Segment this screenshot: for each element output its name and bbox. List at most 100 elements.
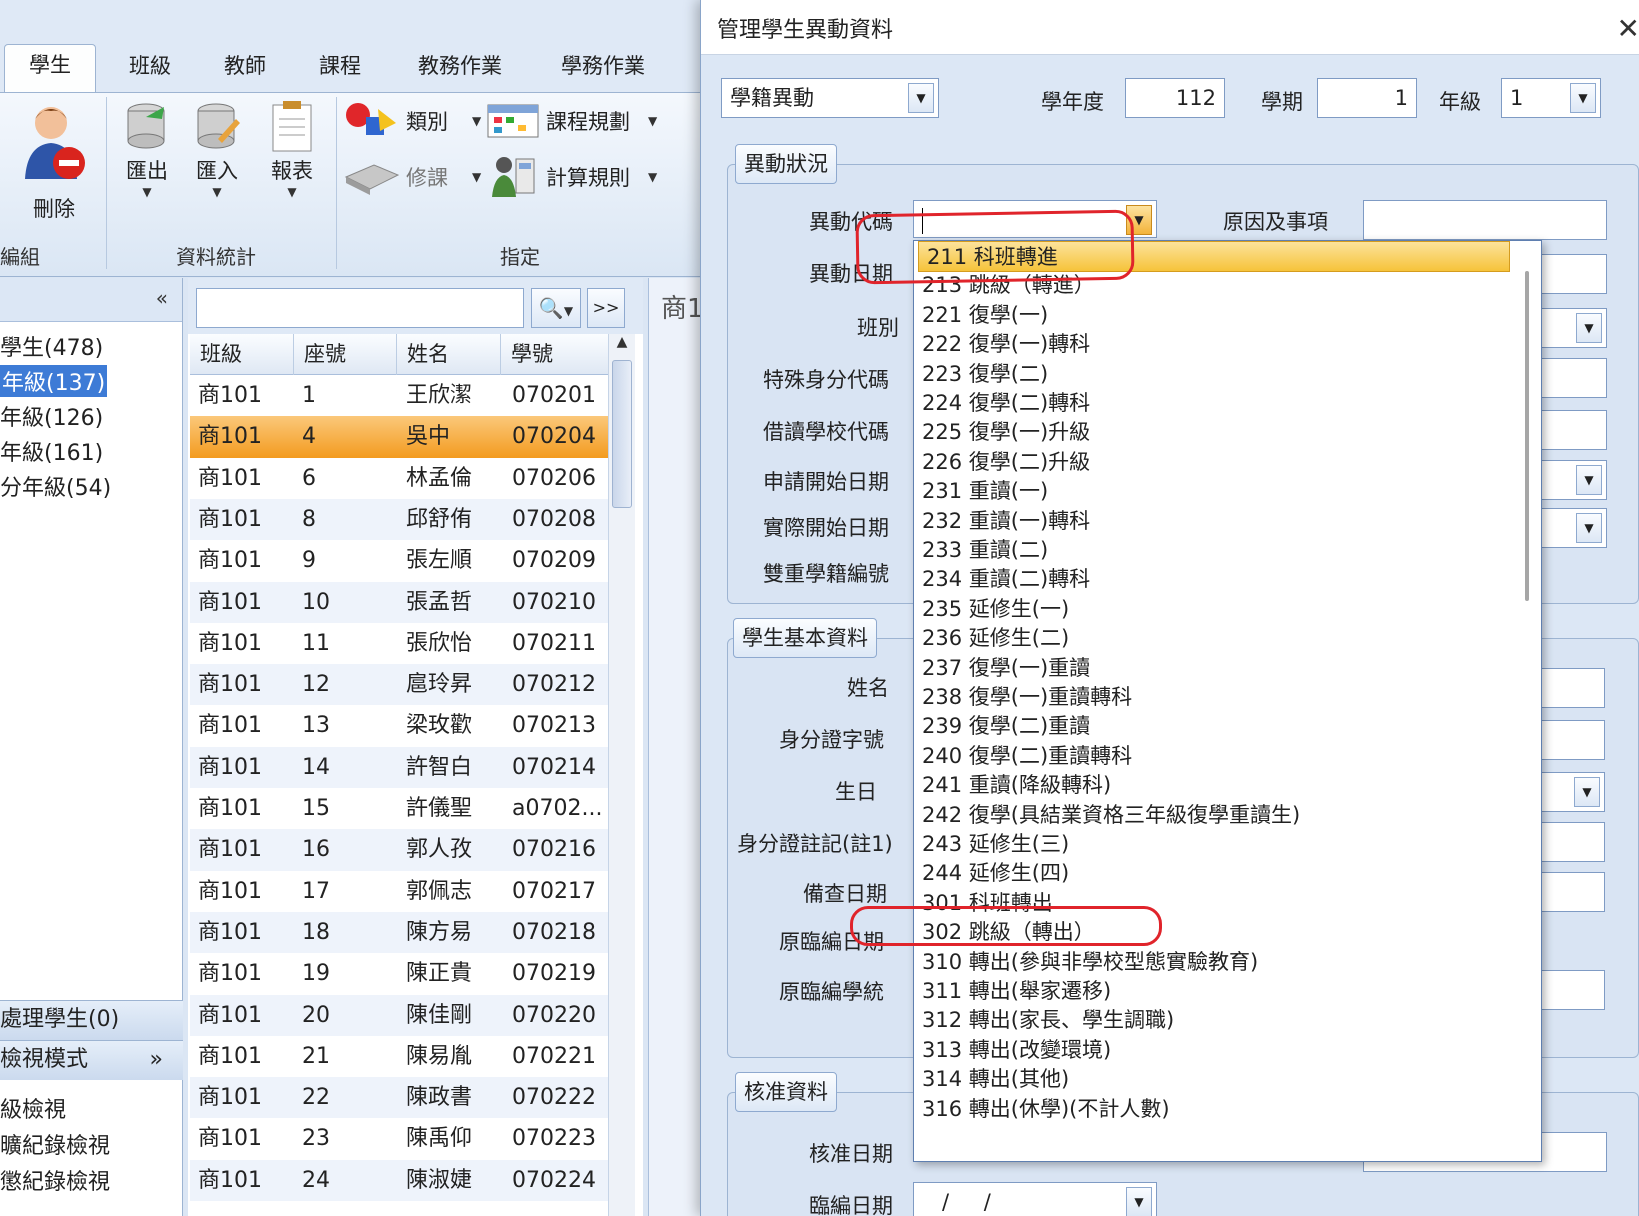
dropdown-option[interactable]: 238 復學(一)重讀轉科 [914,682,1514,713]
table-row[interactable]: 商101 20 陳佳剛 070220 [190,994,608,1036]
link-discipline-view[interactable]: 懲紀錄檢視 [0,1164,110,1196]
link-absence-view[interactable]: 曠紀錄檢視 [0,1128,110,1160]
table-row[interactable]: 商101 24 陳淑婕 070224 [190,1159,608,1201]
course-plan-button[interactable]: 課程規劃 ▼ [486,101,657,141]
dropdown-option[interactable]: 316 轉出(休學)(不計人數) [914,1094,1514,1125]
table-row[interactable]: 商101 10 張孟哲 070210 [190,581,608,623]
tab-teacher[interactable]: 教師 [205,46,285,92]
term-input[interactable]: 1 [1317,78,1417,118]
category-button[interactable]: 類別 ▼ [344,101,481,141]
dropdown-option[interactable]: 310 轉出(參與非學校型態實驗教育) [914,947,1514,978]
calc-rule-button[interactable]: 計算規則 ▼ [486,153,657,201]
export-button[interactable]: 匯出 ▼ [122,99,172,199]
report-button[interactable]: 報表 ▼ [264,99,320,199]
tree-item-grade-2[interactable]: 年級(126) [0,400,103,432]
table-row[interactable]: 商101 9 張左順 070209 [190,540,608,581]
chevron-down-icon[interactable]: ▼ [1576,513,1602,543]
dropdown-option[interactable]: 239 復學(二)重讀 [914,711,1514,742]
link-grade-view[interactable]: 級檢視 [0,1092,66,1124]
expand-chevron-icon[interactable]: » [150,1041,163,1079]
temp-date-select[interactable]: / / ▼ [913,1182,1157,1216]
dropdown-option[interactable]: 236 延修生(二) [914,623,1514,654]
dropdown-option[interactable]: 312 轉出(家長、學生調職) [914,1005,1514,1036]
table-row[interactable]: 商101 13 梁玫歡 070213 [190,705,608,746]
tree-item-ungraded[interactable]: 分年級(54) [0,470,111,502]
search-button[interactable]: 🔍▼ [531,288,581,328]
dropdown-option[interactable]: 222 復學(一)轉科 [914,329,1514,360]
tree-item-grade-1[interactable]: 年級(137) [0,365,108,397]
dropdown-option[interactable]: 244 延修生(四) [914,858,1514,889]
col-header-name[interactable]: 姓名 [397,334,501,375]
chevron-down-icon[interactable]: ▼ [1574,777,1600,807]
col-header-student-id[interactable]: 學號 [501,334,608,375]
dropdown-option[interactable]: 301 科班轉出 [914,888,1514,919]
table-row[interactable]: 商101 15 許儀聖 a0702... [190,788,608,829]
tab-course[interactable]: 課程 [300,46,380,92]
dropdown-option[interactable]: 233 重讀(二) [914,535,1514,566]
col-header-class[interactable]: 班級 [190,334,294,375]
table-row[interactable]: 商101 23 陳禹仰 070223 [190,1118,608,1159]
chevron-down-icon[interactable]: ▼ [1126,205,1152,235]
table-row[interactable]: 商101 4 吳中 070204 [190,416,608,458]
tab-academic-affairs[interactable]: 教務作業 [405,46,515,92]
dropdown-scrollbar[interactable] [1525,271,1529,601]
change-code-select[interactable]: ▼ [913,200,1157,238]
scroll-up-icon[interactable]: ▲ [609,334,635,358]
dropdown-option[interactable]: 224 復學(二)轉科 [914,388,1514,419]
col-header-seat[interactable]: 座號 [294,334,397,375]
grid-scrollbar[interactable]: ▲ [608,334,635,1216]
table-row[interactable]: 商101 8 邱舒侑 070208 [190,498,608,541]
change-code-dropdown-list[interactable]: 211 科班轉進 213 跳級（轉進） 221 復學(一) 222 復學(一)轉科 22… [913,240,1542,1162]
tab-student[interactable]: 學生 [4,44,96,94]
dropdown-option[interactable]: 223 復學(二) [914,359,1514,390]
next-button[interactable]: >> [587,288,625,328]
table-row[interactable]: 商101 19 陳正貴 070219 [190,953,608,994]
tab-class[interactable]: 班級 [110,46,190,92]
dropdown-option[interactable]: 314 轉出(其他) [914,1064,1514,1095]
table-row[interactable]: 商101 16 郭人孜 070216 [190,829,608,871]
tree-item-grade-3[interactable]: 年級(161) [0,435,103,467]
tree-item-all-students[interactable]: 學生(478) [0,330,103,362]
dropdown-option[interactable]: 231 重讀(一) [914,476,1514,507]
dropdown-option[interactable]: 226 復學(二)升級 [914,447,1514,478]
year-input[interactable]: 112 [1125,78,1225,118]
chevron-down-icon[interactable]: ▼ [908,83,934,113]
table-row[interactable]: 商101 11 張欣怡 070211 [190,623,608,664]
change-type-select[interactable]: 學籍異動 ▼ [721,78,939,118]
table-row[interactable]: 商101 22 陳政書 070222 [190,1077,608,1119]
chevron-down-icon[interactable]: ▼ [1576,465,1602,495]
table-row[interactable]: 商101 18 陳方易 070218 [190,911,608,954]
table-row[interactable]: 商101 12 扈玲昇 070212 [190,664,608,706]
dropdown-option[interactable]: 213 跳級（轉進） [914,270,1514,301]
table-row[interactable]: 商101 14 許智白 070214 [190,746,608,788]
dropdown-option[interactable]: 243 延修生(三) [914,829,1514,860]
dropdown-option[interactable]: 237 復學(一)重讀 [914,653,1514,684]
import-button[interactable]: 匯入 ▼ [192,99,242,199]
search-input[interactable] [196,288,524,328]
dropdown-option[interactable]: 242 復學(具結業資格三年級復學重讀生) [914,800,1514,831]
delete-button[interactable]: 刪除 [14,101,94,223]
scroll-thumb[interactable] [612,360,632,508]
elective-button[interactable]: 修課 ▼ [344,157,481,197]
dropdown-option[interactable]: 311 轉出(舉家遷移) [914,976,1514,1007]
dropdown-option[interactable]: 241 重讀(降級轉科) [914,770,1514,801]
dropdown-option[interactable]: 302 跳級（轉出） [914,917,1514,948]
dropdown-option[interactable]: 232 重讀(一)轉科 [914,506,1514,537]
pending-students-bar[interactable]: 處理學生(0) [0,1000,183,1040]
collapse-panel-icon[interactable]: « [156,286,168,310]
close-icon[interactable]: ✕ [1617,12,1639,45]
chevron-down-icon[interactable]: ▼ [1570,83,1596,113]
tab-student-affairs[interactable]: 學務作業 [548,46,658,92]
dropdown-option[interactable]: 240 復學(二)重讀轉科 [914,741,1514,772]
view-mode-bar[interactable]: 檢視模式 » [0,1040,183,1080]
reason-input[interactable] [1363,200,1607,240]
table-row[interactable]: 商101 17 郭佩志 070217 [190,871,608,912]
dropdown-option[interactable]: 313 轉出(改變環境) [914,1035,1514,1066]
table-row[interactable]: 商101 6 林孟倫 070206 [190,458,608,499]
dropdown-option[interactable]: 221 復學(一) [914,300,1514,331]
table-row[interactable]: 商101 21 陳易胤 070221 [190,1036,608,1077]
dropdown-option[interactable]: 234 重讀(二)轉科 [914,564,1514,595]
chevron-down-icon[interactable]: ▼ [1576,313,1602,343]
dropdown-option[interactable]: 225 復學(一)升級 [914,417,1514,448]
dropdown-option[interactable]: 211 科班轉進 [918,241,1510,272]
